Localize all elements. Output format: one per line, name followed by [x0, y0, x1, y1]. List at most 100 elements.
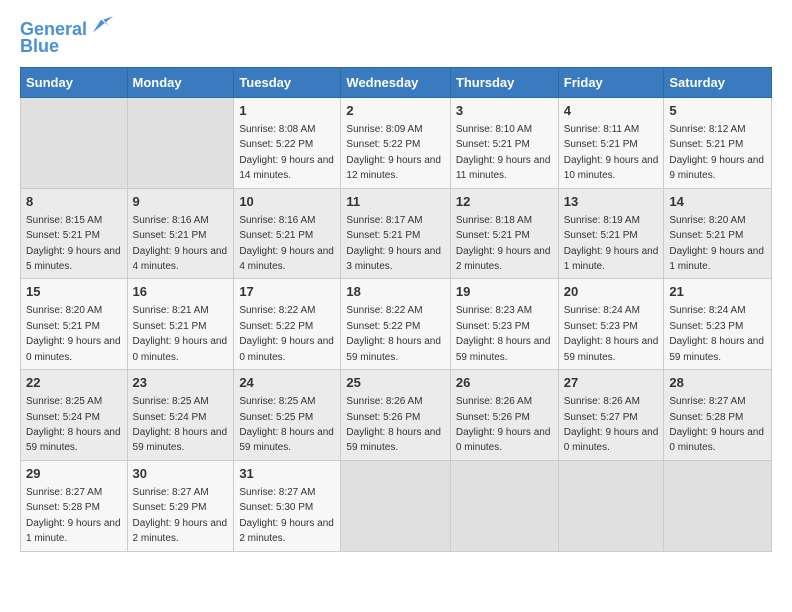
day-sunset: Sunset: 5:27 PM [564, 412, 638, 423]
day-sunset: Sunset: 5:21 PM [564, 139, 638, 150]
day-sunrise: Sunrise: 8:26 AM [564, 396, 640, 407]
day-daylight: Daylight: 9 hours and 5 minutes. [26, 246, 121, 272]
day-sunset: Sunset: 5:22 PM [239, 321, 313, 332]
day-sunrise: Sunrise: 8:15 AM [26, 215, 102, 226]
day-number: 22 [26, 374, 122, 392]
day-number: 9 [133, 193, 229, 211]
calendar-cell: 29Sunrise: 8:27 AMSunset: 5:28 PMDayligh… [21, 460, 128, 551]
day-number: 25 [346, 374, 444, 392]
day-sunset: Sunset: 5:21 PM [456, 230, 530, 241]
calendar-week-row: 8Sunrise: 8:15 AMSunset: 5:21 PMDaylight… [21, 188, 772, 279]
day-number: 29 [26, 465, 122, 483]
day-number: 17 [239, 283, 335, 301]
calendar-body: 1 Sunrise: 8:08 AM Sunset: 5:22 PM Daylight… [21, 97, 772, 551]
day-daylight: Daylight: 9 hours and 11 minutes. [456, 155, 551, 181]
calendar-cell: 9Sunrise: 8:16 AMSunset: 5:21 PMDaylight… [127, 188, 234, 279]
page-header: General Blue [20, 20, 772, 57]
day-number: 4 [564, 102, 659, 120]
day-sunset: Sunset: 5:21 PM [133, 321, 207, 332]
header-friday: Friday [558, 67, 664, 97]
day-sunrise: Sunrise: 8:16 AM [239, 215, 315, 226]
calendar-cell: 15Sunrise: 8:20 AMSunset: 5:21 PMDayligh… [21, 279, 128, 370]
day-number: 21 [669, 283, 766, 301]
day-daylight: Daylight: 8 hours and 59 minutes. [133, 427, 228, 453]
day-number: 30 [133, 465, 229, 483]
calendar-cell: 16Sunrise: 8:21 AMSunset: 5:21 PMDayligh… [127, 279, 234, 370]
day-daylight: Daylight: 9 hours and 0 minutes. [133, 336, 228, 362]
day-daylight: Daylight: 9 hours and 1 minute. [669, 246, 764, 272]
day-sunset: Sunset: 5:28 PM [669, 412, 743, 423]
day-daylight: Daylight: 9 hours and 4 minutes. [239, 246, 334, 272]
calendar-cell: 17Sunrise: 8:22 AMSunset: 5:22 PMDayligh… [234, 279, 341, 370]
day-daylight: Daylight: 9 hours and 9 minutes. [669, 155, 764, 181]
calendar-cell: 12Sunrise: 8:18 AMSunset: 5:21 PMDayligh… [450, 188, 558, 279]
day-sunrise: Sunrise: 8:20 AM [669, 215, 745, 226]
day-sunset: Sunset: 5:21 PM [456, 139, 530, 150]
calendar-week-row: 15Sunrise: 8:20 AMSunset: 5:21 PMDayligh… [21, 279, 772, 370]
day-sunrise: Sunrise: 8:20 AM [26, 305, 102, 316]
calendar-cell: 10Sunrise: 8:16 AMSunset: 5:21 PMDayligh… [234, 188, 341, 279]
day-daylight: Daylight: 9 hours and 4 minutes. [133, 246, 228, 272]
day-sunset: Sunset: 5:23 PM [564, 321, 638, 332]
day-sunrise: Sunrise: 8:19 AM [564, 215, 640, 226]
day-number: 10 [239, 193, 335, 211]
day-number: 2 [346, 102, 444, 120]
day-sunrise: Sunrise: 8:08 AM [239, 124, 315, 135]
calendar-cell: 1Sunrise: 8:08 AMSunset: 5:22 PMDaylight… [234, 97, 341, 188]
day-daylight: Daylight: 9 hours and 0 minutes. [669, 427, 764, 453]
calendar-cell: 13Sunrise: 8:19 AMSunset: 5:21 PMDayligh… [558, 188, 664, 279]
day-daylight: Daylight: 9 hours and 12 minutes. [346, 155, 441, 181]
day-sunset: Sunset: 5:28 PM [26, 502, 100, 513]
day-sunset: Sunset: 5:29 PM [133, 502, 207, 513]
day-sunrise: Sunrise: 8:10 AM [456, 124, 532, 135]
calendar-cell: 14Sunrise: 8:20 AMSunset: 5:21 PMDayligh… [664, 188, 772, 279]
day-daylight: Daylight: 8 hours and 59 minutes. [239, 427, 334, 453]
day-number: 23 [133, 374, 229, 392]
header-saturday: Saturday [664, 67, 772, 97]
day-sunset: Sunset: 5:25 PM [239, 412, 313, 423]
day-daylight: Daylight: 8 hours and 59 minutes. [669, 336, 764, 362]
day-daylight: Daylight: 8 hours and 59 minutes. [456, 336, 551, 362]
day-sunrise: Sunrise: 8:25 AM [239, 396, 315, 407]
day-sunrise: Sunrise: 8:18 AM [456, 215, 532, 226]
day-sunset: Sunset: 5:22 PM [346, 321, 420, 332]
calendar-cell: 2Sunrise: 8:09 AMSunset: 5:22 PMDaylight… [341, 97, 450, 188]
day-number: 5 [669, 102, 766, 120]
day-number: 27 [564, 374, 659, 392]
day-number: 14 [669, 193, 766, 211]
day-sunrise: Sunrise: 8:22 AM [346, 305, 422, 316]
day-number: 16 [133, 283, 229, 301]
calendar-cell: 8Sunrise: 8:15 AMSunset: 5:21 PMDaylight… [21, 188, 128, 279]
calendar-cell: 3 Sunrise: 8:10 AM Sunset: 5:21 PM Daylight… [450, 97, 558, 188]
day-sunrise: Sunrise: 8:26 AM [346, 396, 422, 407]
day-daylight: Daylight: 8 hours and 59 minutes. [346, 336, 441, 362]
calendar-cell: 18Sunrise: 8:22 AMSunset: 5:22 PMDayligh… [341, 279, 450, 370]
calendar-cell: 20Sunrise: 8:24 AMSunset: 5:23 PMDayligh… [558, 279, 664, 370]
calendar-cell: 31Sunrise: 8:27 AMSunset: 5:30 PMDayligh… [234, 460, 341, 551]
day-daylight: Daylight: 9 hours and 1 minute. [26, 518, 121, 544]
day-sunset: Sunset: 5:23 PM [456, 321, 530, 332]
day-number: 20 [564, 283, 659, 301]
calendar-cell [21, 97, 128, 188]
day-daylight: Daylight: 9 hours and 2 minutes. [239, 518, 334, 544]
day-daylight: Daylight: 9 hours and 0 minutes. [239, 336, 334, 362]
calendar-cell [127, 97, 234, 188]
calendar-cell [558, 460, 664, 551]
day-sunset: Sunset: 5:22 PM [239, 139, 313, 150]
day-sunrise: Sunrise: 8:25 AM [26, 396, 102, 407]
day-daylight: Daylight: 8 hours and 59 minutes. [26, 427, 121, 453]
day-sunset: Sunset: 5:21 PM [133, 230, 207, 241]
day-sunrise: Sunrise: 8:27 AM [239, 487, 315, 498]
day-number: 11 [346, 193, 444, 211]
day-number: 1 [239, 102, 335, 120]
day-sunrise: Sunrise: 8:27 AM [669, 396, 745, 407]
day-number: 3 [456, 102, 553, 120]
calendar-cell [664, 460, 772, 551]
calendar-week-row: 22Sunrise: 8:25 AMSunset: 5:24 PMDayligh… [21, 370, 772, 461]
day-number: 31 [239, 465, 335, 483]
logo: General Blue [20, 20, 113, 57]
day-daylight: Daylight: 9 hours and 2 minutes. [133, 518, 228, 544]
day-sunrise: Sunrise: 8:24 AM [564, 305, 640, 316]
day-sunrise: Sunrise: 8:23 AM [456, 305, 532, 316]
calendar-week-row: 1 Sunrise: 8:08 AM Sunset: 5:22 PM Daylight… [21, 97, 772, 188]
